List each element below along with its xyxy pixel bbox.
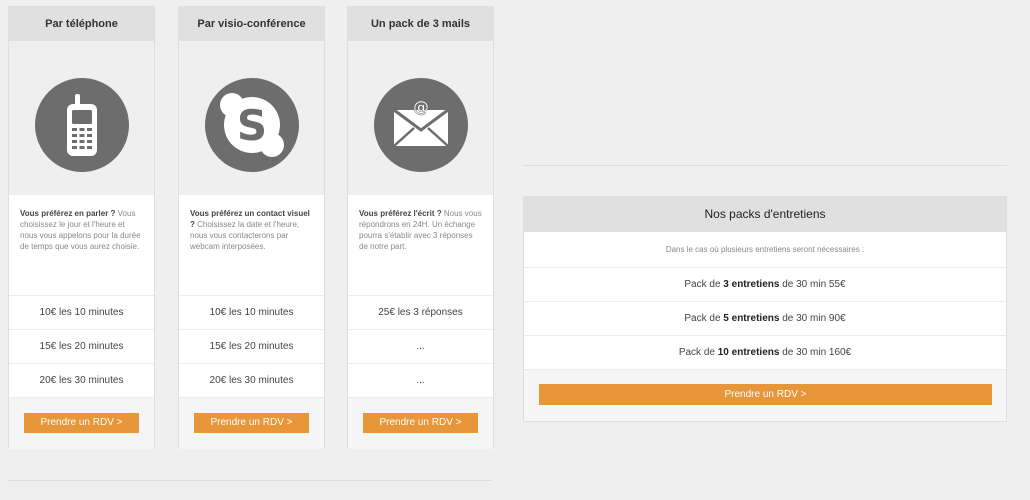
pack-row: Pack de 5 entretiens de 30 min 90€	[524, 301, 1006, 335]
card-description: Vous préférez en parler ? Vous choisisse…	[9, 195, 154, 295]
offer-card-video: Par visio-conférence S Vous préférez un …	[178, 6, 325, 449]
book-appointment-button[interactable]: Prendre un RDV >	[194, 413, 309, 433]
price-row: ...	[348, 329, 493, 363]
pack-row: Pack de 3 entretiens de 30 min 55€	[524, 267, 1006, 301]
packs-panel: Nos packs d'entretiens Dans le cas où pl…	[523, 196, 1007, 422]
phone-icon	[35, 78, 129, 172]
divider	[523, 165, 1007, 166]
price-row: 10€ les 10 minutes	[9, 295, 154, 329]
card-title: Par visio-conférence	[179, 7, 324, 41]
price-row: 25€ les 3 réponses	[348, 295, 493, 329]
mail-icon: @	[374, 78, 468, 172]
price-row: 10€ les 10 minutes	[179, 295, 324, 329]
price-row: 20€ les 30 minutes	[9, 363, 154, 397]
card-title: Par téléphone	[9, 7, 154, 41]
packs-subtitle: Dans le cas où plusieurs entretiens sero…	[524, 232, 1006, 267]
card-description: Vous préférez l'écrit ? Nous vous répond…	[348, 195, 493, 295]
divider	[8, 480, 492, 481]
packs-title: Nos packs d'entretiens	[524, 197, 1006, 232]
skype-icon: S	[205, 78, 299, 172]
book-appointment-button[interactable]: Prendre un RDV >	[363, 413, 478, 433]
offer-card-mail: Un pack de 3 mails @ Vous préférez l'écr…	[347, 6, 494, 449]
card-title: Un pack de 3 mails	[348, 7, 493, 41]
svg-text:S: S	[237, 101, 267, 150]
offer-card-phone: Par téléphone Vous préférez en parler ? …	[8, 6, 155, 449]
price-row: 15€ les 20 minutes	[179, 329, 324, 363]
card-description: Vous préférez un contact visuel ? Choisi…	[179, 195, 324, 295]
svg-text:@: @	[413, 97, 429, 116]
book-appointment-button[interactable]: Prendre un RDV >	[24, 413, 139, 433]
price-row: ...	[348, 363, 493, 397]
price-row: 15€ les 20 minutes	[9, 329, 154, 363]
pack-row: Pack de 10 entretiens de 30 min 160€	[524, 335, 1006, 369]
price-row: 20€ les 30 minutes	[179, 363, 324, 397]
book-pack-button[interactable]: Prendre un RDV >	[539, 384, 992, 405]
